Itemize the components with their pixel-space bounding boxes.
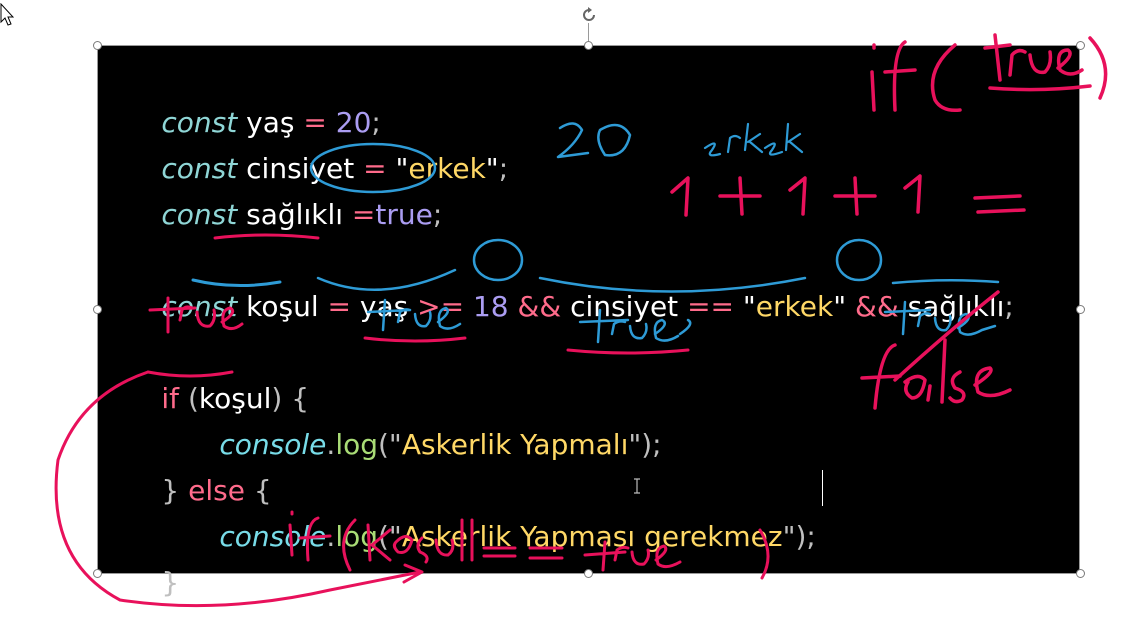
variable-ref: cinsiyet	[570, 290, 679, 323]
method-log: log	[335, 520, 378, 553]
operator: =	[351, 198, 376, 231]
code-line-10: console.log("Askerlik Yapması gerekmez")…	[166, 468, 815, 553]
resize-handle-bottom-right[interactable]	[1076, 569, 1085, 578]
object-console: console	[219, 520, 327, 553]
paren-open: ("	[378, 520, 402, 553]
resize-handle-top-right[interactable]	[1076, 41, 1085, 50]
code-block[interactable]: const yaş = 20; const cinsiyet = "erkek"…	[108, 54, 1013, 599]
dot: .	[326, 428, 336, 461]
text-cursor	[822, 470, 823, 506]
code-line-7: if (koşul) {	[108, 330, 309, 415]
dot: .	[326, 520, 336, 553]
variable-ref: yaş	[359, 290, 409, 323]
quote: "	[485, 152, 499, 185]
ibeam-cursor-icon	[634, 478, 640, 494]
quote: "	[833, 290, 847, 323]
operator: &&	[854, 290, 899, 323]
resize-handle-top-left[interactable]	[93, 41, 102, 50]
resize-handle-bottom-center[interactable]	[584, 569, 593, 578]
resize-handle-bottom-left[interactable]	[93, 569, 102, 578]
string-literal: erkek	[755, 290, 834, 323]
brace: }	[161, 566, 180, 599]
variable-name: sağlıklı	[246, 198, 344, 231]
paren-close: ");	[782, 520, 816, 553]
variable-ref: sağlıklı	[907, 290, 1005, 323]
resize-handle-middle-right[interactable]	[1076, 305, 1085, 314]
operator: =	[327, 290, 351, 323]
quote: "	[742, 290, 756, 323]
method-log: log	[335, 428, 378, 461]
number-literal: 18	[472, 290, 509, 323]
keyword-const: const	[161, 290, 238, 323]
operator: >=	[417, 290, 465, 323]
keyword-const: const	[161, 198, 238, 231]
semicolon: ;	[498, 152, 509, 185]
slide-canvas: const yaş = 20; const cinsiyet = "erkek"…	[0, 0, 1140, 617]
code-line-11: }	[108, 514, 179, 599]
rotate-handle-icon[interactable]	[580, 6, 598, 24]
mouse-pointer-icon	[0, 3, 14, 26]
boolean-literal: true	[375, 198, 433, 231]
variable-name: koşul	[246, 290, 319, 323]
resize-handle-top-center[interactable]	[584, 41, 593, 50]
code-line-1: const yaş = 20;	[108, 54, 380, 139]
string-literal: Askerlik Yapması gerekmez	[401, 520, 783, 553]
code-line-3: const sağlıklı =true;	[108, 146, 442, 231]
resize-handle-middle-left[interactable]	[93, 305, 102, 314]
paren-open: ("	[378, 428, 402, 461]
paren-close: ");	[628, 428, 662, 461]
semicolon: ;	[1004, 290, 1014, 323]
operator: &&	[517, 290, 562, 323]
operator: ==	[687, 290, 734, 323]
code-line-8: console.log("Askerlik Yapmalı");	[166, 376, 661, 461]
code-line-9: } else {	[108, 422, 271, 507]
string-literal: Askerlik Yapmalı	[401, 428, 629, 461]
semicolon: ;	[432, 198, 443, 231]
code-line-5: const koşul = yaş >= 18 && cinsiyet == "…	[108, 238, 1013, 323]
code-line-2: const cinsiyet = "erkek";	[108, 100, 508, 185]
